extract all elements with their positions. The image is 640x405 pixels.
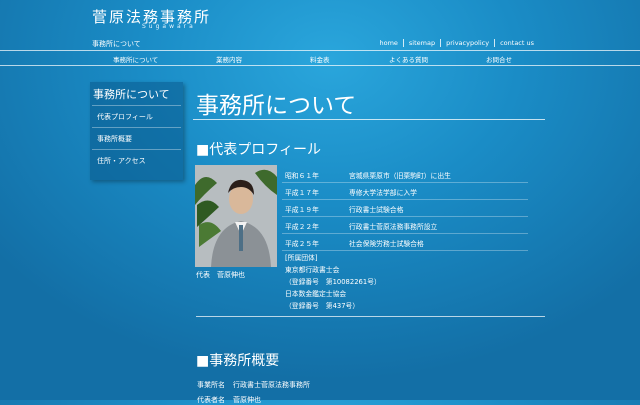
history-event: 社会保険労務士試験合格 xyxy=(349,240,424,248)
representative-photo xyxy=(195,165,277,267)
table-row: 昭和６１年 宮城県栗原市（旧栗駒町）に出生 xyxy=(282,166,528,183)
overview-row: 代表者名 菅原伸也 xyxy=(197,395,497,405)
sidebar-item-label: 住所・アクセス xyxy=(97,157,146,165)
nav-about[interactable]: 事務所について xyxy=(113,54,158,64)
history-year: 平成２２年 xyxy=(285,223,319,231)
history-table: 昭和６１年 宮城県栗原市（旧栗駒町）に出生 平成１７年 専修大学法学部に入学 平… xyxy=(282,166,528,251)
overview-label: 事業所名 xyxy=(197,381,225,389)
sidebar-item-profile[interactable]: 代表プロフィール xyxy=(92,105,181,126)
overview-value: 菅原伸也 xyxy=(233,396,261,404)
affiliation-name: 東京都行政書士会 xyxy=(285,266,340,274)
table-row: 平成２５年 社会保険労務士試験合格 xyxy=(282,234,528,251)
affiliation-block: [所属団体] 東京都行政書士会 （登録番号 第10082261号） 日本数金鑑定… xyxy=(285,252,381,312)
history-event: 専修大学法学部に入学 xyxy=(349,189,417,197)
sidebar-item-access[interactable]: 住所・アクセス xyxy=(92,149,181,170)
sidebar-item-label: 事務所概要 xyxy=(97,135,132,143)
nav-services[interactable]: 業務内容 xyxy=(216,54,242,64)
table-row: 平成１７年 専修大学法学部に入学 xyxy=(282,183,528,200)
contact-us-link[interactable]: contact us xyxy=(494,39,539,47)
affiliation-name: 日本数金鑑定士協会 xyxy=(285,290,347,298)
global-nav: 事務所について 業務内容 料金表 よくある質問 お問合せ xyxy=(0,50,640,66)
page-title: 事務所について xyxy=(196,93,357,119)
affiliation-reg-number: （登録番号 第10082261号） xyxy=(285,278,381,286)
sidebar-title: 事務所について xyxy=(93,88,170,101)
history-year: 平成１９年 xyxy=(285,206,319,214)
overview-row: 事業所名 行政書士菅原法務事務所 xyxy=(197,380,497,390)
section-divider xyxy=(196,316,545,317)
sidebar-item-label: 代表プロフィール xyxy=(97,113,153,121)
history-year: 平成１７年 xyxy=(285,189,319,197)
sidebar-item-overview[interactable]: 事務所概要 xyxy=(92,127,181,148)
overview-heading: ■事務所概要 xyxy=(196,353,280,369)
history-event: 行政書士菅原法務事務所設立 xyxy=(349,223,438,231)
title-divider xyxy=(193,119,545,120)
sidebar: 事務所について 代表プロフィール 事務所概要 住所・アクセス xyxy=(90,82,183,180)
photo-caption: 代表 菅原伸也 xyxy=(196,271,245,279)
affiliation-heading: [所属団体] xyxy=(285,254,318,262)
history-year: 平成２５年 xyxy=(285,240,319,248)
breadcrumb: 事務所について xyxy=(92,40,141,48)
history-event: 行政書士試験合格 xyxy=(349,206,404,214)
table-row: 平成１９年 行政書士試験合格 xyxy=(282,200,528,217)
utility-links: home sitemap privacypolicy contact us xyxy=(374,39,539,47)
history-event: 宮城県栗原市（旧栗駒町）に出生 xyxy=(349,172,451,180)
site-logo-subtitle: Sugawara xyxy=(142,23,196,30)
nav-pricing[interactable]: 料金表 xyxy=(310,54,330,64)
profile-heading: ■代表プロフィール xyxy=(196,142,321,158)
affiliation-reg-number: （登録番号 第437号） xyxy=(285,302,360,310)
table-row: 平成２２年 行政書士菅原法務事務所設立 xyxy=(282,217,528,234)
nav-contact[interactable]: お問合せ xyxy=(486,54,512,64)
overview-value: 行政書士菅原法務事務所 xyxy=(233,381,310,389)
overview-label: 代表者名 xyxy=(197,396,225,404)
sitemap-link[interactable]: sitemap xyxy=(402,39,440,47)
nav-faq[interactable]: よくある質問 xyxy=(389,54,428,64)
home-link[interactable]: home xyxy=(374,39,402,47)
privacy-policy-link[interactable]: privacypolicy xyxy=(440,39,494,47)
history-year: 昭和６１年 xyxy=(285,172,319,180)
